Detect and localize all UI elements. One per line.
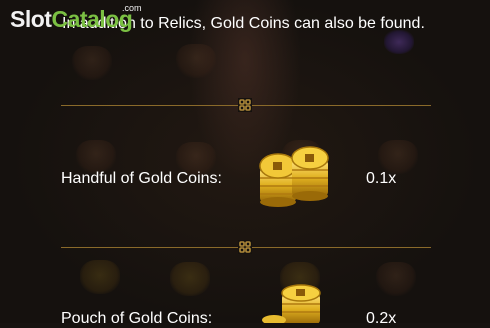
bg-relic-symbol [376, 262, 416, 296]
knot-ornament-icon [238, 240, 252, 254]
bg-relic-symbol [176, 44, 216, 78]
background-scene [0, 0, 490, 323]
knot-ornament-icon [238, 98, 252, 112]
item-multiplier-pouch: 0.2x [366, 310, 397, 327]
bg-relic-symbol [72, 46, 112, 80]
gold-coins-pile-icon [259, 146, 329, 207]
item-multiplier-handful: 0.1x [366, 170, 397, 187]
logo-text-catalog: Catalog [51, 6, 133, 32]
section-divider [61, 98, 431, 112]
bg-relic-symbol [76, 140, 116, 174]
bg-gold-symbol [170, 262, 210, 296]
site-logo: SlotCatalog .com [10, 3, 142, 33]
logo-text-slot: Slot [10, 6, 52, 32]
item-name-pouch: Pouch of Gold Coins: [61, 310, 213, 327]
logo-text-com: .com [122, 3, 142, 13]
gold-coins-stack-icon [262, 284, 321, 323]
item-name-handful: Handful of Gold Coins: [61, 170, 222, 187]
bg-relic-symbol [378, 140, 418, 174]
bg-gold-symbol [80, 260, 120, 294]
section-divider [61, 240, 431, 254]
